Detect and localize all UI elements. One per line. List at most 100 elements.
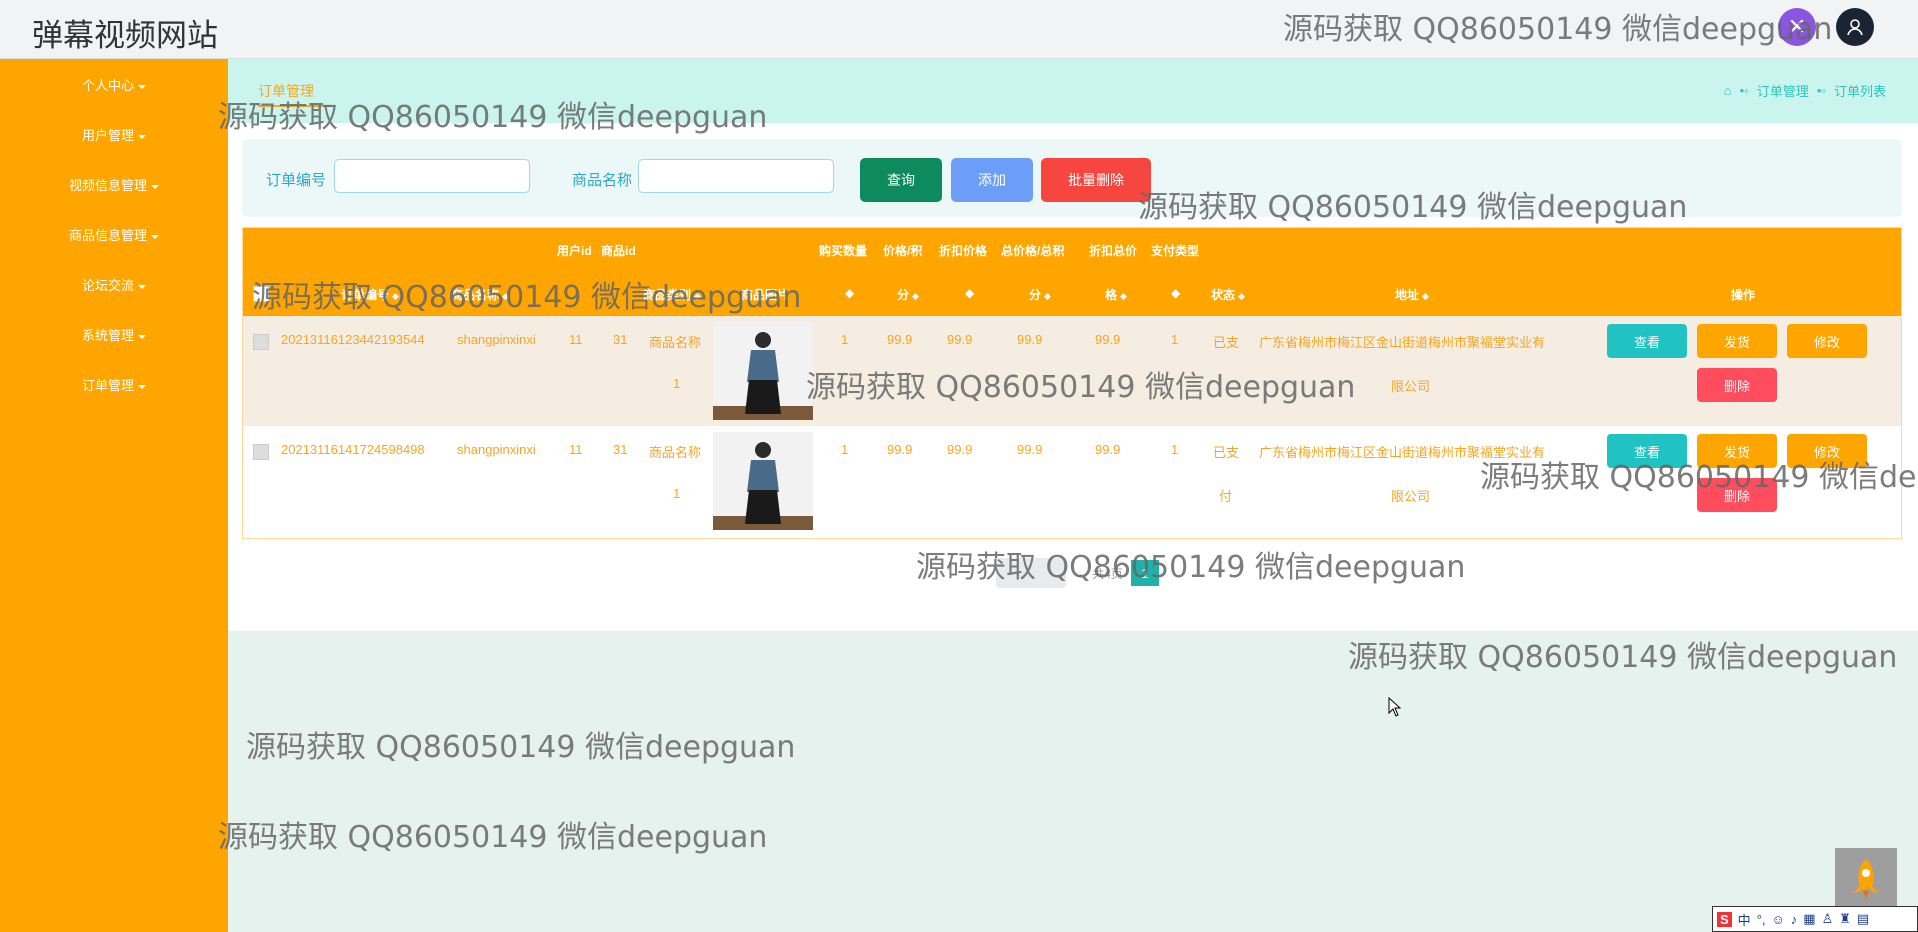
order-no-label: 订单编号 — [266, 172, 327, 189]
sidebar-item-label: 订单管理 — [81, 378, 134, 393]
order-no-cell: 20213116141724598498 — [281, 442, 425, 457]
product-image — [713, 322, 813, 420]
th-discount-total-unit[interactable]: 格 ◆ — [1105, 286, 1127, 303]
ime-mode-label[interactable]: 中 — [1738, 910, 1751, 929]
page-total-text: 共4页 — [1092, 566, 1123, 581]
row-checkbox[interactable] — [253, 334, 269, 350]
th-address[interactable]: 地址 ◆ — [1395, 286, 1429, 303]
sort-icon[interactable]: ◆ — [965, 286, 974, 300]
address-cell-2: 限公司 — [1391, 379, 1431, 394]
status-cell-2: 付 — [1219, 489, 1233, 504]
shirt-icon[interactable]: ♜ — [1839, 911, 1851, 927]
status-cell: 已支 — [1213, 445, 1240, 460]
price-cell: 99.9 — [887, 332, 913, 347]
th-product-name[interactable]: 商品名称 ◆ — [451, 286, 509, 303]
user-id-cell: 11 — [569, 442, 583, 457]
status-cell: 已支 — [1213, 335, 1240, 350]
sidebar-item-order-management[interactable]: 订单管理 — [0, 375, 228, 394]
pay-type-cell: 1 — [1171, 332, 1179, 347]
ship-button[interactable]: 发货 — [1697, 434, 1777, 468]
ship-button[interactable]: 发货 — [1697, 324, 1777, 358]
table-row: 20213116141724598498 shangpinxinxi 11 31… — [243, 426, 1901, 536]
ime-toolbar[interactable]: S 中 °, ☺ ♪ ▦ ♙ ♜ ▤ — [1712, 906, 1918, 932]
sidebar-item-label: 用户管理 — [81, 128, 134, 143]
keyboard-icon[interactable]: ▦ — [1803, 911, 1815, 927]
sort-icon[interactable]: ◆ — [1171, 286, 1180, 300]
product-name-input[interactable] — [638, 159, 834, 193]
home-icon[interactable]: ⌂ — [1724, 83, 1732, 98]
row-checkbox[interactable] — [253, 444, 269, 460]
emoji-icon[interactable]: ☺ — [1772, 912, 1785, 927]
sidebar-item-user-management[interactable]: 用户管理 — [0, 125, 228, 144]
discount-price-cell: 99.9 — [947, 442, 973, 457]
edit-button[interactable]: 修改 — [1787, 434, 1867, 468]
caret-down-icon — [138, 384, 146, 389]
edit-button[interactable]: 修改 — [1787, 324, 1867, 358]
th-quantity: 购买数量 — [819, 244, 868, 258]
skin-icon[interactable]: ♙ — [1822, 911, 1834, 927]
sidebar-item-product-management[interactable]: 商品信息管理 — [0, 225, 228, 244]
grid-icon[interactable]: ▤ — [1857, 911, 1869, 927]
orders-table: 用户id 商品id 购买数量 价格/积 折扣价格 总价格/总积 折扣总价 支付类… — [242, 227, 1902, 539]
user-icon[interactable] — [1836, 8, 1874, 46]
sort-icon[interactable]: ◆ — [845, 286, 854, 300]
product-id-cell: 31 — [613, 442, 628, 457]
add-button[interactable]: 添加 — [951, 158, 1033, 202]
th-status[interactable]: 状态 ◆ — [1211, 286, 1245, 303]
select-all-checkbox[interactable] — [253, 286, 269, 302]
th-discount-total: 折扣总价 — [1089, 244, 1138, 258]
quantity-cell: 1 — [841, 332, 849, 347]
th-order-no[interactable]: 订单编号 ◆ — [341, 286, 399, 303]
batch-delete-button[interactable]: 批量删除 — [1041, 158, 1151, 202]
page-size-select[interactable] — [996, 558, 1066, 588]
chevron-down-icon[interactable]: ⌄ — [1074, 566, 1084, 580]
watermark: 源码获取 QQ86050149 微信deepguan — [246, 730, 796, 765]
sidebar-item-personal-center[interactable]: 个人中心 — [0, 75, 228, 94]
sidebar-item-video-management[interactable]: 视频信息管理 — [0, 175, 228, 194]
breadcrumb-bar: 订单管理 ⌂ •◦ 订单管理 •◦ 订单列表 — [228, 59, 1918, 123]
sidebar-item-label: 视频信息管理 — [68, 178, 147, 193]
table-name-cell: shangpinxinxi — [457, 442, 536, 457]
sidebar-item-forum[interactable]: 论坛交流 — [0, 275, 228, 294]
query-button[interactable]: 查询 — [860, 158, 942, 202]
delete-button[interactable]: 删除 — [1697, 368, 1777, 402]
address-cell: 广东省梅州市梅江区金山街道梅州市聚福堂实业有 — [1259, 335, 1546, 350]
page-title: 订单管理 — [258, 83, 314, 99]
separator-icon: •◦ — [1816, 83, 1826, 98]
watermark: 源码获取 QQ86050149 微信deepguan — [1348, 640, 1898, 675]
sort-icon: ◆ — [502, 291, 509, 301]
breadcrumb-item: 订单列表 — [1833, 84, 1886, 99]
th-discount-price: 折扣价格 — [939, 244, 988, 258]
view-button[interactable]: 查看 — [1607, 434, 1687, 468]
product-id-cell: 31 — [613, 332, 628, 347]
punctuation-icon[interactable]: °, — [1757, 912, 1766, 927]
title-underline — [258, 105, 330, 107]
breadcrumb-item[interactable]: 订单管理 — [1757, 81, 1809, 100]
sogou-logo-icon: S — [1717, 911, 1732, 927]
th-category[interactable]: 商品类别 ◆ — [643, 286, 701, 303]
microphone-icon[interactable]: ♪ — [1791, 912, 1798, 927]
discount-total-cell: 99.9 — [1095, 332, 1121, 347]
th-user-id: 用户id — [557, 244, 592, 258]
th-price-unit[interactable]: 分 ◆ — [897, 286, 919, 303]
page-number-current[interactable]: 1 — [1130, 560, 1159, 586]
pagination: ⌄ 共4页 1 — [996, 558, 1159, 588]
discount-price-cell: 99.9 — [947, 332, 973, 347]
view-button[interactable]: 查看 — [1607, 324, 1687, 358]
sidebar-item-label: 系统管理 — [81, 328, 134, 343]
th-pay-type: 支付类型 — [1151, 244, 1200, 258]
table-header: 用户id 商品id 购买数量 价格/积 折扣价格 总价格/总积 折扣总价 支付类… — [243, 228, 1901, 316]
sidebar-item-system-management[interactable]: 系统管理 — [0, 325, 228, 344]
delete-button[interactable]: 删除 — [1697, 478, 1777, 512]
user-id-cell: 11 — [569, 332, 583, 347]
separator-icon: •◦ — [1739, 83, 1749, 98]
th-total-unit[interactable]: 分 ◆ — [1029, 286, 1051, 303]
close-icon[interactable]: ✕ — [1778, 8, 1816, 46]
mouse-cursor-icon — [1388, 697, 1402, 717]
breadcrumb: ⌂ •◦ 订单管理 •◦ 订单列表 — [1724, 81, 1886, 100]
order-no-input[interactable] — [334, 159, 530, 193]
back-to-top-rocket-icon[interactable] — [1835, 848, 1897, 910]
sidebar-item-label: 论坛交流 — [81, 278, 134, 293]
caret-down-icon — [151, 184, 159, 189]
table-row: 20213116123442193544 shangpinxinxi 11 31… — [243, 316, 1901, 426]
